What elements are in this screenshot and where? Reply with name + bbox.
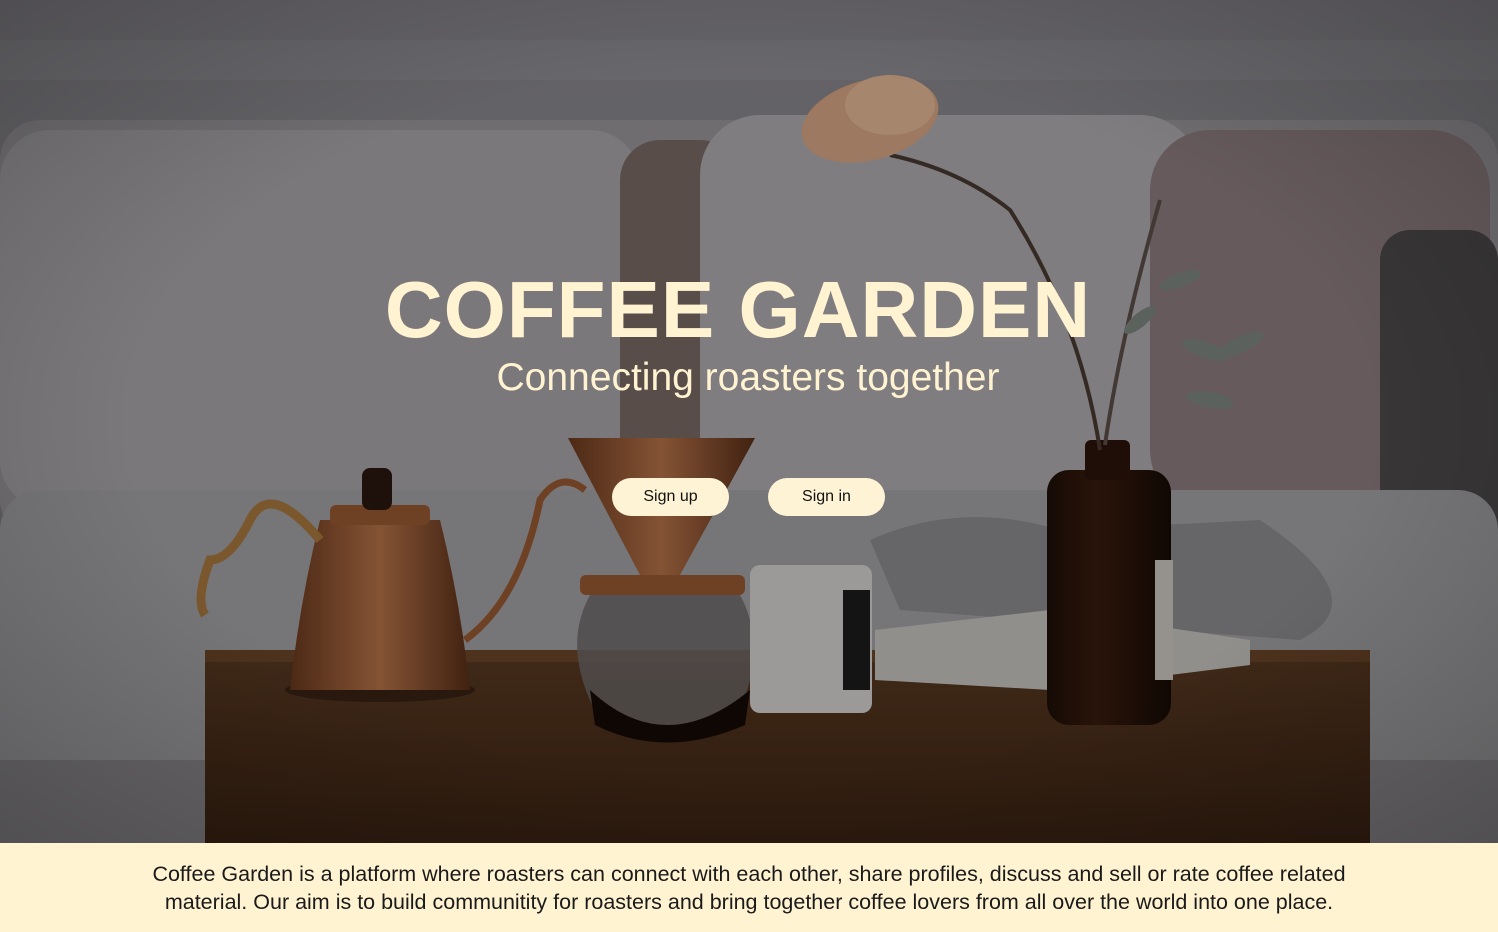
about-text: Coffee Garden is a platform where roaste… bbox=[152, 861, 1346, 914]
hero-content: COFFEE GARDEN Connecting roasters togeth… bbox=[0, 0, 1498, 843]
site-title: COFFEE GARDEN bbox=[384, 265, 1092, 354]
sign-in-button[interactable]: Sign in bbox=[768, 478, 885, 516]
sign-up-button[interactable]: Sign up bbox=[612, 478, 729, 516]
site-tagline: Connecting roasters together bbox=[496, 356, 1000, 399]
landing-page: COFFEE GARDEN Connecting roasters togeth… bbox=[0, 0, 1498, 932]
hero-section: COFFEE GARDEN Connecting roasters togeth… bbox=[0, 0, 1498, 843]
about-section: Coffee Garden is a platform where roaste… bbox=[0, 843, 1498, 932]
